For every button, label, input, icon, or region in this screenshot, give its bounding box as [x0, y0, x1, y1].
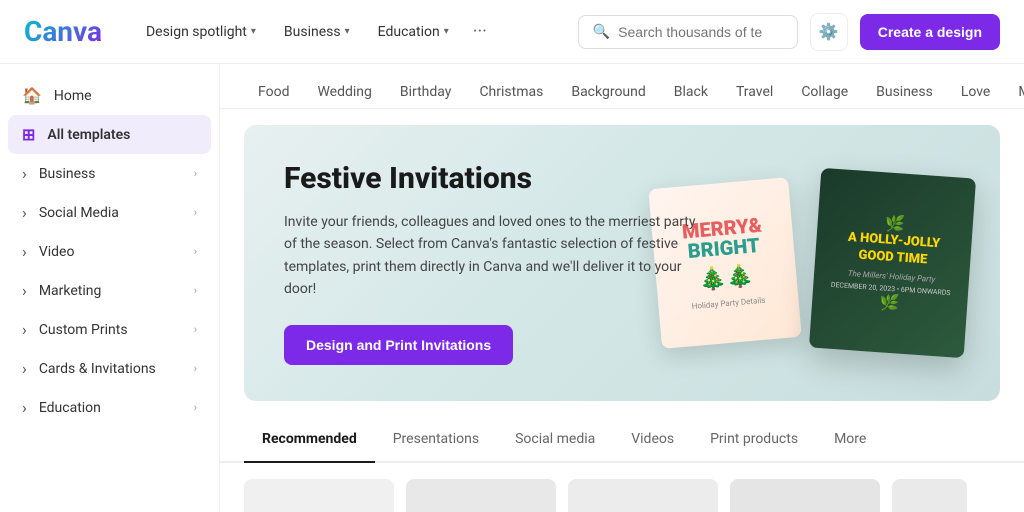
- chevron-right-icon: ›: [194, 284, 197, 297]
- content-tab-social-media[interactable]: Social media: [497, 417, 613, 463]
- holly-icon: 🌿: [885, 213, 906, 233]
- category-tab-business[interactable]: Business: [862, 76, 947, 108]
- sidebar-item-label: Education: [39, 400, 101, 416]
- content-tab-presentations[interactable]: Presentations: [375, 417, 497, 463]
- category-tab-christmas[interactable]: Christmas: [465, 76, 557, 108]
- sidebar-item-home[interactable]: 🏠 Home: [8, 76, 211, 115]
- category-tab-background[interactable]: Background: [557, 76, 659, 108]
- main-content: FoodWeddingBirthdayChristmasBackgroundBl…: [220, 64, 1024, 512]
- sidebar-item-label: Cards & Invitations: [39, 361, 156, 377]
- custom-prints-icon: ›: [22, 320, 27, 339]
- search-icon: 🔍: [593, 24, 610, 40]
- gear-icon: ⚙️: [819, 22, 839, 41]
- sidebar-item-marketing[interactable]: › Marketing ›: [8, 271, 211, 310]
- sidebar: 🏠 Home ⊞ All templates › Business › › So…: [0, 64, 220, 512]
- top-nav: Canva Design spotlight ▾ Business ▾ Educ…: [0, 0, 1024, 64]
- chevron-right-icon: ›: [194, 401, 197, 414]
- hero-title: Festive Invitations: [284, 161, 704, 197]
- hero-banner: Festive Invitations Invite your friends,…: [244, 125, 1000, 401]
- design-print-invitations-button[interactable]: Design and Print Invitations: [284, 325, 513, 365]
- video-icon: ›: [22, 242, 27, 261]
- logo[interactable]: Canva: [24, 15, 102, 48]
- hero-content: Festive Invitations Invite your friends,…: [284, 161, 704, 365]
- template-thumbnail[interactable]: [730, 479, 880, 512]
- sidebar-item-label: Home: [54, 88, 92, 104]
- cards-invitations-icon: ›: [22, 359, 27, 378]
- chevron-right-icon: ›: [194, 167, 197, 180]
- sidebar-item-cards-invitations[interactable]: › Cards & Invitations ›: [8, 349, 211, 388]
- nav-business[interactable]: Business ▾: [272, 16, 362, 48]
- settings-button[interactable]: ⚙️: [810, 13, 848, 51]
- sidebar-item-custom-prints[interactable]: › Custom Prints ›: [8, 310, 211, 349]
- search-input[interactable]: [618, 24, 783, 40]
- sidebar-item-video[interactable]: › Video ›: [8, 232, 211, 271]
- content-tabs: RecommendedPresentationsSocial mediaVide…: [220, 417, 1024, 463]
- category-tab-love[interactable]: Love: [947, 76, 1005, 108]
- sidebar-item-label: Social Media: [39, 205, 119, 221]
- chevron-down-icon: ▾: [345, 26, 350, 37]
- template-thumbnail[interactable]: [892, 479, 967, 512]
- search-bar[interactable]: 🔍: [578, 15, 798, 49]
- hero-description: Invite your friends, colleagues and love…: [284, 211, 704, 301]
- sidebar-item-label: Video: [39, 244, 75, 260]
- category-tab-collage[interactable]: Collage: [787, 76, 862, 108]
- content-tab-recommended[interactable]: Recommended: [244, 417, 375, 463]
- nav-education[interactable]: Education ▾: [366, 16, 461, 48]
- hero-card-holly-jolly: 🌿 A HOLLY-JOLLY GOOD TIME The Millers' H…: [809, 168, 976, 358]
- card2-title: A HOLLY-JOLLY GOOD TIME: [846, 229, 940, 269]
- social-media-icon: ›: [22, 203, 27, 222]
- sidebar-item-label: Custom Prints: [39, 322, 128, 338]
- christmas-tree-icon: 🎄🎄: [698, 263, 755, 293]
- nav-design-spotlight[interactable]: Design spotlight ▾: [134, 16, 268, 48]
- template-thumbnail[interactable]: [244, 479, 394, 512]
- category-tab-black[interactable]: Black: [660, 76, 722, 108]
- chevron-right-icon: ›: [194, 362, 197, 375]
- category-tab-music[interactable]: Music: [1004, 76, 1024, 108]
- thumbnail-strip: [220, 463, 1024, 512]
- business-icon: ›: [22, 164, 27, 183]
- nav-right: 🔍 ⚙️ Create a design: [578, 13, 1000, 51]
- chevron-down-icon: ▾: [444, 26, 449, 37]
- sidebar-item-label: Business: [39, 166, 96, 182]
- home-icon: 🏠: [22, 86, 42, 105]
- template-thumbnail[interactable]: [406, 479, 556, 512]
- education-icon: ›: [22, 398, 27, 417]
- category-tab-wedding[interactable]: Wedding: [303, 76, 385, 108]
- category-tab-travel[interactable]: Travel: [722, 76, 787, 108]
- sidebar-item-business[interactable]: › Business ›: [8, 154, 211, 193]
- sidebar-item-label: All templates: [47, 127, 130, 143]
- sidebar-item-all-templates[interactable]: ⊞ All templates: [8, 115, 211, 154]
- holly-bottom-icon: 🌿: [879, 292, 900, 312]
- main-layout: 🏠 Home ⊞ All templates › Business › › So…: [0, 64, 1024, 512]
- all-templates-icon: ⊞: [22, 125, 35, 144]
- card2-subtitle: The Millers' Holiday Party: [848, 269, 936, 284]
- nav-links: Design spotlight ▾ Business ▾ Education …: [134, 13, 578, 50]
- category-tab-food[interactable]: Food: [244, 76, 303, 108]
- chevron-right-icon: ›: [194, 245, 197, 258]
- sidebar-item-label: Marketing: [39, 283, 102, 299]
- sidebar-item-education[interactable]: › Education ›: [8, 388, 211, 427]
- marketing-icon: ›: [22, 281, 27, 300]
- sidebar-item-social-media[interactable]: › Social Media ›: [8, 193, 211, 232]
- chevron-right-icon: ›: [194, 323, 197, 336]
- chevron-down-icon: ▾: [251, 26, 256, 37]
- content-tab-print-products[interactable]: Print products: [692, 417, 816, 463]
- content-tab-videos[interactable]: Videos: [613, 417, 692, 463]
- category-tabs: FoodWeddingBirthdayChristmasBackgroundBl…: [220, 64, 1024, 109]
- template-thumbnail[interactable]: [568, 479, 718, 512]
- create-design-button[interactable]: Create a design: [860, 14, 1000, 50]
- content-tab-more[interactable]: More: [816, 417, 884, 463]
- nav-more-button[interactable]: ···: [465, 13, 495, 50]
- category-tab-birthday[interactable]: Birthday: [386, 76, 466, 108]
- chevron-right-icon: ›: [194, 206, 197, 219]
